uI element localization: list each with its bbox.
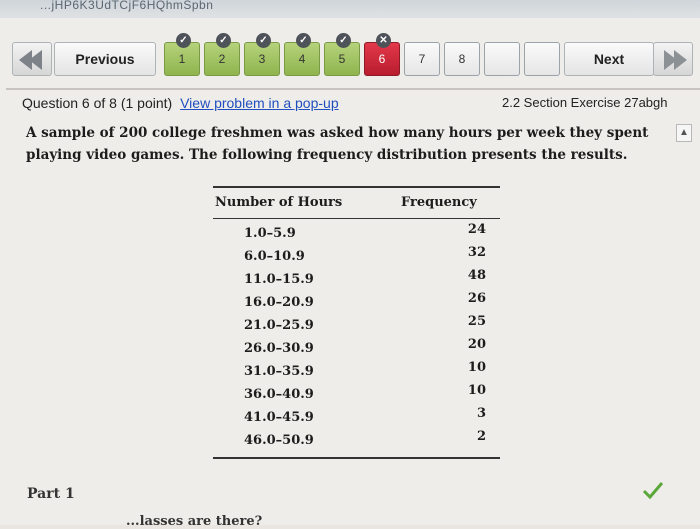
hours-cell: 36.0–40.9	[244, 387, 314, 402]
next-button[interactable]: Next	[564, 42, 654, 76]
question-2-button[interactable]: ✓ 2	[204, 33, 240, 76]
hours-cell: 41.0–45.9	[244, 410, 314, 425]
table-header-rule	[213, 218, 500, 219]
question-navbar: Previous ✓ 1 ✓ 2 ✓ 3 ✓ 4 ✓ 5 ✕ 6 7 8 Nex…	[8, 33, 700, 78]
hours-cell: 21.0–25.9	[244, 318, 314, 333]
partial-question-text: ...lasses are there?	[126, 514, 263, 529]
question-3-button[interactable]: ✓ 3	[244, 33, 280, 76]
check-badge-icon: ✓	[176, 33, 191, 48]
check-badge-icon: ✓	[256, 33, 271, 48]
question-number: 6	[378, 52, 386, 66]
frequency-cell: 25	[467, 314, 486, 329]
header-frequency: Frequency	[401, 195, 477, 210]
hours-cell: 26.0–30.9	[244, 341, 314, 356]
question-number: 8	[458, 52, 466, 66]
hours-cell: 46.0–50.9	[244, 433, 314, 448]
popup-link[interactable]: View problem in a pop-up	[180, 95, 339, 111]
header-hours: Number of Hours	[215, 195, 343, 210]
question-7-button[interactable]: 7	[404, 42, 440, 76]
empty-nav-slot	[524, 42, 560, 76]
frequency-cell: 24	[467, 222, 486, 237]
question-number: 5	[338, 52, 346, 66]
question-header: Question 6 of 8 (1 point) View problem i…	[22, 95, 339, 111]
table-top-rule	[213, 186, 500, 188]
question-stem: A sample of 200 college freshmen was ask…	[26, 125, 649, 163]
frequency-cell: 48	[467, 268, 486, 283]
question-number: 1	[178, 52, 186, 66]
question-number: 4	[298, 52, 306, 66]
problem-page: Previous ✓ 1 ✓ 2 ✓ 3 ✓ 4 ✓ 5 ✕ 6 7 8 Nex…	[0, 18, 700, 529]
next-arrow-button[interactable]	[653, 42, 693, 76]
table-bottom-rule	[213, 457, 500, 459]
frequency-cell: 32	[467, 245, 486, 260]
frequency-cell: 10	[467, 360, 486, 375]
question-number: 3	[258, 52, 266, 66]
previous-button[interactable]: Previous	[54, 42, 156, 76]
check-badge-icon: ✓	[296, 33, 311, 48]
checkmark-icon	[642, 482, 664, 500]
x-badge-icon: ✕	[376, 33, 391, 48]
hours-cell: 11.0–15.9	[244, 272, 314, 287]
hours-cell: 1.0–5.9	[244, 226, 296, 241]
header-divider	[6, 88, 700, 90]
question-title: Question 6 of 8 (1 point)	[22, 95, 173, 111]
hours-cell: 31.0–35.9	[244, 364, 314, 379]
empty-nav-slot	[484, 42, 520, 76]
frequency-cell: 2	[476, 429, 486, 444]
question-1-button[interactable]: ✓ 1	[164, 33, 200, 76]
url-strip: ...jHP6K3UdTCjF6HQhmSpbn	[0, 0, 700, 18]
question-4-button[interactable]: ✓ 4	[284, 33, 320, 76]
question-number: 2	[218, 52, 226, 66]
part-label: Part 1	[27, 486, 75, 502]
previous-arrow-button[interactable]	[12, 42, 52, 76]
hours-cell: 16.0–20.9	[244, 295, 314, 310]
exercise-label: 2.2 Section Exercise 27abgh	[502, 95, 668, 110]
double-right-arrow-icon	[674, 50, 687, 70]
check-badge-icon: ✓	[216, 33, 231, 48]
question-number: 7	[418, 52, 426, 66]
frequency-cell: 20	[467, 337, 486, 352]
question-5-button[interactable]: ✓ 5	[324, 33, 360, 76]
double-left-arrow-icon	[29, 50, 42, 70]
frequency-cell: 10	[467, 383, 486, 398]
check-badge-icon: ✓	[336, 33, 351, 48]
question-6-button[interactable]: ✕ 6	[364, 33, 400, 76]
scroll-up-icon[interactable]: ▲	[676, 124, 692, 142]
question-8-button[interactable]: 8	[444, 42, 480, 76]
frequency-cell: 3	[476, 406, 486, 421]
frequency-cell: 26	[467, 291, 486, 306]
hours-cell: 6.0–10.9	[244, 249, 305, 264]
